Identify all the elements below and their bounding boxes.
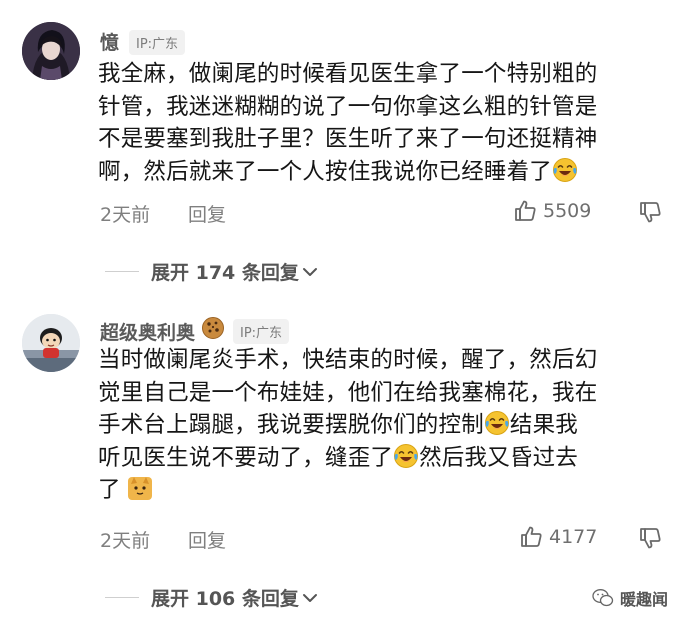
avatar[interactable]	[22, 314, 80, 372]
expand-replies-button[interactable]: 展开 106 条回复	[105, 584, 319, 611]
watermark-text: 暖趣闻	[619, 590, 668, 609]
comment-time: 2天前	[100, 530, 151, 552]
face-with-tears-of-joy-icon	[484, 410, 510, 436]
comment-text-line: 结果我	[509, 412, 579, 438]
dislike-button[interactable]	[639, 527, 662, 554]
ip-location-badge: IP:广东	[233, 319, 290, 344]
comment-text-line-with-emoji: 手术台上蹋腿，我说要摆脱你们的控制 结果我	[98, 409, 670, 442]
divider	[105, 597, 139, 598]
comment-text-line-with-sticker: 了	[98, 474, 670, 507]
chevron-down-icon	[302, 593, 317, 602]
face-with-tears-of-joy-icon	[393, 443, 419, 468]
comment-text-line: 当时做阑尾炎手术，快结束的时候，醒了，然后幻	[98, 347, 598, 373]
reply-button[interactable]: 回复	[188, 526, 226, 553]
comment-text-line: 然后我又昏过去	[419, 444, 579, 471]
cat-sticker-icon	[127, 477, 152, 500]
cookie-icon	[202, 317, 224, 339]
expand-replies-label: 展开 106 条回复	[151, 588, 299, 610]
like-count: 4177	[549, 525, 598, 548]
comment-text-line: 手术台上蹋腿，我说要摆脱你们的控制	[98, 412, 484, 438]
wechat-icon	[592, 589, 614, 607]
watermark: 暖趣闻	[592, 586, 668, 610]
comment-text-line-with-emoji: 听见医生说不要动了，缝歪了 然后我又昏过去	[98, 442, 670, 475]
like-button[interactable]: 4177	[520, 525, 597, 548]
avatar-image	[22, 314, 80, 372]
comment-text: 当时做阑尾炎手术，快结束的时候，醒了，然后幻 觉里自己是一个布娃娃，他们在给我塞…	[98, 344, 670, 507]
thumbs-up-icon	[521, 526, 542, 547]
comment-text-line: 了	[98, 477, 121, 503]
thumbs-down-icon	[640, 528, 661, 549]
comment-text-line: 觉里自己是一个布娃娃，他们在给我塞棉花，我在	[98, 379, 598, 406]
username[interactable]: 超级奥利奥	[100, 318, 195, 345]
comment-text-line: 听见医生说不要动了，缝歪了	[98, 444, 394, 471]
comment-item: 超级奥利奥 IP:广东 当时做阑尾炎手术，快结束的时候，醒了，然后幻 觉里自己是…	[0, 0, 690, 628]
